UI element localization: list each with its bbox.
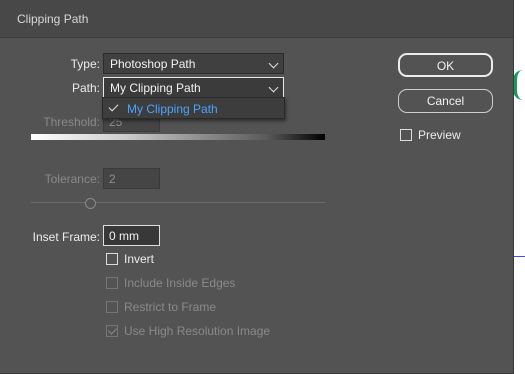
tolerance-input[interactable]: 2 [103,168,160,189]
tolerance-value: 2 [109,172,116,186]
preview-checkbox[interactable] [400,129,412,141]
tolerance-label: Tolerance: [44,172,100,186]
threshold-slider[interactable] [31,134,325,140]
threshold-label: Threshold: [43,115,100,129]
path-dropdown-menu: My Clipping Path [102,97,285,119]
artwork-stroke [513,70,525,100]
type-select-value: Photoshop Path [110,57,196,71]
tolerance-slider-track[interactable] [31,202,325,203]
ok-button-label: OK [436,59,455,73]
chevron-down-icon [268,58,279,69]
menu-item-my-clipping-path[interactable]: My Clipping Path [103,98,284,118]
path-label: Path: [71,81,100,95]
menu-item-label: My Clipping Path [127,102,218,116]
checkmark-icon [108,101,119,112]
include-inside-edges-label: Include Inside Edges [124,276,236,290]
inset-frame-label: Inset Frame: [32,230,100,244]
path-select[interactable]: My Clipping Path [103,77,284,98]
cancel-button-label: Cancel [426,94,465,108]
inset-frame-input[interactable]: 0 mm [103,225,160,246]
ok-button[interactable]: OK [398,53,493,77]
cancel-button[interactable]: Cancel [398,89,493,113]
inset-frame-value: 0 mm [109,229,139,243]
clipping-path-dialog: Clipping Path Type: Photoshop Path Path:… [0,0,514,374]
path-select-value: My Clipping Path [110,81,201,95]
use-high-resolution-checkbox[interactable] [106,325,118,337]
type-select[interactable]: Photoshop Path [103,53,284,74]
type-label: Type: [70,57,100,71]
dialog-title: Clipping Path [17,12,89,26]
invert-label[interactable]: Invert [124,252,154,266]
restrict-to-frame-checkbox[interactable] [106,301,118,313]
dialog-titlebar[interactable]: Clipping Path [0,0,513,38]
use-high-resolution-label: Use High Resolution Image [124,324,271,338]
restrict-to-frame-label: Restrict to Frame [124,300,217,314]
chevron-down-icon [268,82,279,93]
invert-checkbox[interactable] [106,253,118,265]
include-inside-edges-checkbox[interactable] [106,277,118,289]
tolerance-slider-thumb[interactable] [85,198,96,209]
preview-label[interactable]: Preview [418,128,461,142]
